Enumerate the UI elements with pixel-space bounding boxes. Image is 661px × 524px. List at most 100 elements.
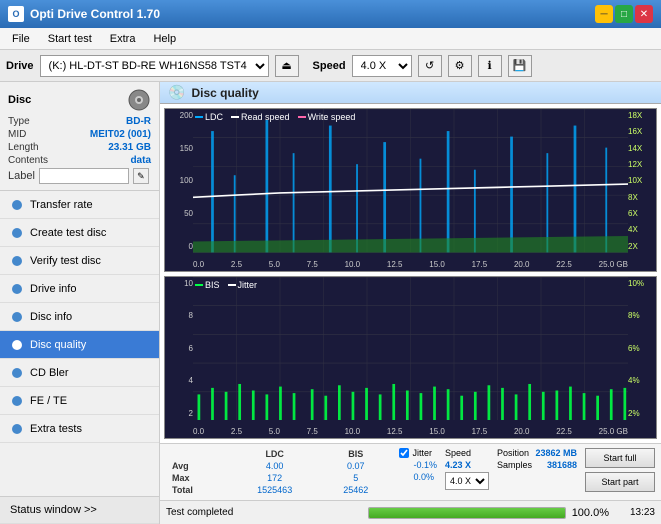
- close-button[interactable]: ✕: [635, 5, 653, 23]
- config-button[interactable]: ⚙: [448, 55, 472, 77]
- bis-legend-item: BIS: [195, 280, 220, 290]
- start-part-button[interactable]: Start part: [585, 472, 655, 492]
- col-header-ldc: LDC: [229, 448, 320, 460]
- nav-icon-create-test-disc: [10, 226, 24, 240]
- content-area: 💿 Disc quality LDC Read speed: [160, 82, 661, 524]
- disc-mid-row: MID MEIT02 (001): [8, 129, 151, 140]
- position-val: 23862 MB: [535, 448, 577, 458]
- disc-contents-row: Contents data: [8, 155, 151, 166]
- jitter-max: 0.0%: [399, 472, 437, 482]
- drive-toolbar: Drive (K:) HL-DT-ST BD-RE WH16NS58 TST4 …: [0, 50, 661, 82]
- sidebar-item-verify-test-disc[interactable]: Verify test disc: [0, 247, 159, 275]
- disc-title: Disc: [8, 94, 31, 106]
- sidebar-item-fe-te[interactable]: FE / TE: [0, 387, 159, 415]
- avg-ldc: 4.00: [229, 460, 320, 472]
- bis-chart: BIS Jitter 10 8 6 4 2 10% 8%: [164, 276, 657, 440]
- charts-area: LDC Read speed Write speed 200 150 100: [160, 104, 661, 443]
- speed-dropdown-select[interactable]: 4.0 X: [445, 472, 489, 490]
- status-text: Test completed: [166, 507, 362, 518]
- menu-item-help[interactable]: Help: [145, 31, 184, 47]
- menu-item-extra[interactable]: Extra: [102, 31, 144, 47]
- sidebar-item-disc-info[interactable]: Disc info: [0, 303, 159, 331]
- nav-icon-cd-bler: [10, 366, 24, 380]
- sidebar-item-label-fe-te: FE / TE: [30, 395, 67, 407]
- speed-label: Speed: [313, 60, 346, 72]
- menubar: FileStart testExtraHelp: [0, 28, 661, 50]
- disc-icon: [127, 88, 151, 112]
- write-speed-legend-item: Write speed: [298, 112, 356, 122]
- drive-label: Drive: [6, 60, 34, 72]
- sidebar-item-create-test-disc[interactable]: Create test disc: [0, 219, 159, 247]
- sidebar-item-disc-quality[interactable]: Disc quality: [0, 331, 159, 359]
- nav-icon-fe-te: [10, 394, 24, 408]
- disc-label-input[interactable]: [39, 168, 129, 184]
- disc-length-row: Length 23.31 GB: [8, 142, 151, 153]
- jitter-legend-item: Jitter: [228, 280, 258, 290]
- col-header-bis: BIS: [320, 448, 391, 460]
- sidebar-item-label-disc-info: Disc info: [30, 311, 72, 323]
- total-bis: 25462: [320, 484, 391, 496]
- titlebar: O Opti Drive Control 1.70 ─ □ ✕: [0, 0, 661, 28]
- status-window-item[interactable]: Status window >>: [0, 496, 159, 524]
- save-button[interactable]: 💾: [508, 55, 532, 77]
- jitter-checkbox[interactable]: [399, 448, 409, 458]
- samples-label: Samples: [497, 460, 532, 470]
- jitter-avg: -0.1%: [399, 460, 437, 470]
- status-bar: Test completed 100.0% 13:23: [160, 500, 661, 524]
- nav-icon-disc-quality: [10, 338, 24, 352]
- refresh-button[interactable]: ↺: [418, 55, 442, 77]
- menu-item-file[interactable]: File: [4, 31, 38, 47]
- nav-list: Transfer rateCreate test disc Verify test…: [0, 191, 159, 496]
- ldc-x-axis: 0.0 2.5 5.0 7.5 10.0 12.5 15.0 17.5 20.0…: [193, 260, 628, 269]
- speed-select[interactable]: 4.0 X: [352, 55, 412, 77]
- stats-table: LDC BIS Avg 4.00 0.07 Max 172 5: [166, 448, 391, 496]
- col-header-empty: [166, 448, 229, 460]
- stats-area: LDC BIS Avg 4.00 0.07 Max 172 5: [160, 443, 661, 500]
- sidebar: Disc Type BD-R MID MEIT02 (001) Length 2…: [0, 82, 160, 524]
- sidebar-item-extra-tests[interactable]: Extra tests: [0, 415, 159, 443]
- disc-quality-title: Disc quality: [191, 86, 258, 100]
- ldc-chart-svg: [193, 109, 628, 253]
- nav-icon-drive-info: [10, 282, 24, 296]
- drive-select[interactable]: (K:) HL-DT-ST BD-RE WH16NS58 TST4: [40, 55, 269, 77]
- label-edit-button[interactable]: ✎: [133, 168, 149, 184]
- position-label: Position: [497, 448, 529, 458]
- bis-y-axis-right: 10% 8% 6% 4% 2%: [628, 277, 654, 421]
- bis-y-axis-left: 10 8 6 4 2: [167, 277, 193, 421]
- eject-button[interactable]: ⏏: [275, 55, 299, 77]
- bis-legend: BIS Jitter: [195, 280, 257, 290]
- menu-item-start-test[interactable]: Start test: [40, 31, 100, 47]
- speed-header: Speed: [445, 448, 489, 458]
- avg-label: Avg: [166, 460, 229, 472]
- progress-bar-fill: [369, 508, 565, 518]
- nav-icon-verify-test-disc: [10, 254, 24, 268]
- maximize-button[interactable]: □: [615, 5, 633, 23]
- status-window-label: Status window >>: [10, 504, 97, 516]
- disc-quality-icon: 💿: [168, 84, 185, 101]
- speed-section: Speed 4.23 X 4.0 X: [445, 448, 489, 490]
- stats-row-total: Total 1525463 25462: [166, 484, 391, 496]
- total-ldc: 1525463: [229, 484, 320, 496]
- bis-x-axis: 0.0 2.5 5.0 7.5 10.0 12.5 15.0 17.5 20.0…: [193, 427, 628, 436]
- read-speed-legend-item: Read speed: [231, 112, 290, 122]
- sidebar-item-transfer-rate[interactable]: Transfer rate: [0, 191, 159, 219]
- disc-panel: Disc Type BD-R MID MEIT02 (001) Length 2…: [0, 82, 159, 191]
- ldc-legend-dot: [195, 116, 203, 118]
- sidebar-item-cd-bler[interactable]: CD Bler: [0, 359, 159, 387]
- samples-val: 381688: [547, 460, 577, 470]
- ldc-legend: LDC Read speed Write speed: [195, 112, 355, 122]
- info-button[interactable]: ℹ: [478, 55, 502, 77]
- sidebar-item-drive-info[interactable]: Drive info: [0, 275, 159, 303]
- stats-row-max: Max 172 5: [166, 472, 391, 484]
- position-section: Position 23862 MB Samples 381688: [497, 448, 577, 470]
- progress-bar-container: [368, 507, 566, 519]
- jitter-label: Jitter: [412, 448, 432, 458]
- sidebar-item-label-extra-tests: Extra tests: [30, 423, 82, 435]
- minimize-button[interactable]: ─: [595, 5, 613, 23]
- jitter-section: Jitter -0.1% 0.0%: [399, 448, 437, 484]
- sidebar-item-label-verify-test-disc: Verify test disc: [30, 255, 101, 267]
- titlebar-left: O Opti Drive Control 1.70: [8, 6, 160, 22]
- start-full-button[interactable]: Start full: [585, 448, 655, 468]
- nav-icon-extra-tests: [10, 422, 24, 436]
- speed-val: 4.23 X: [445, 460, 489, 470]
